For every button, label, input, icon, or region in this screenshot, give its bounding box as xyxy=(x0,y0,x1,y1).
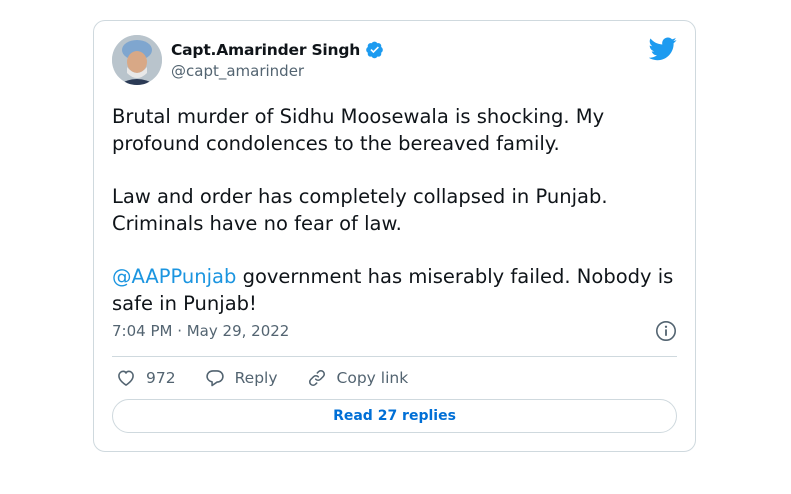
like-button[interactable]: 972 xyxy=(116,368,176,388)
tweet-paragraph: Law and order has completely collapsed i… xyxy=(112,185,608,235)
author-handle[interactable]: @capt_amarinder xyxy=(171,62,384,80)
author-display-name[interactable]: Capt.Amarinder Singh xyxy=(171,41,360,59)
reply-label: Reply xyxy=(234,369,278,387)
avatar[interactable] xyxy=(112,35,162,85)
tweet-text: Brutal murder of Sidhu Moosewala is shoc… xyxy=(112,103,682,343)
like-count: 972 xyxy=(146,369,176,387)
tweet-meta: 7:04 PM · May 29, 2022 xyxy=(112,321,677,343)
read-replies-label: Read 27 replies xyxy=(333,408,456,424)
info-icon[interactable] xyxy=(655,320,677,342)
divider xyxy=(112,356,677,357)
read-replies-button[interactable]: Read 27 replies xyxy=(112,399,677,433)
copy-link-button[interactable]: Copy link xyxy=(307,368,409,388)
link-icon xyxy=(307,368,327,388)
heart-icon xyxy=(116,368,136,388)
tweet-header: Capt.Amarinder Singh @capt_amarinder xyxy=(112,35,677,91)
speech-bubble-icon xyxy=(205,368,225,388)
mention-link[interactable]: @AAPPunjab xyxy=(112,265,236,288)
tweet-card: Capt.Amarinder Singh @capt_amarinder Bru… xyxy=(93,20,696,452)
tweet-timestamp[interactable]: 7:04 PM · May 29, 2022 xyxy=(112,322,289,340)
author-names: Capt.Amarinder Singh @capt_amarinder xyxy=(171,40,384,80)
copy-link-label: Copy link xyxy=(336,369,409,387)
twitter-bird-icon[interactable] xyxy=(648,37,677,61)
reply-button[interactable]: Reply xyxy=(205,368,278,388)
tweet-paragraph: Brutal murder of Sidhu Moosewala is shoc… xyxy=(112,105,605,155)
tweet-paragraph: @AAPPunjab government has miserably fail… xyxy=(112,263,682,317)
tweet-actions: 972 Reply Copy link xyxy=(116,365,437,391)
verified-badge-icon xyxy=(365,40,384,59)
